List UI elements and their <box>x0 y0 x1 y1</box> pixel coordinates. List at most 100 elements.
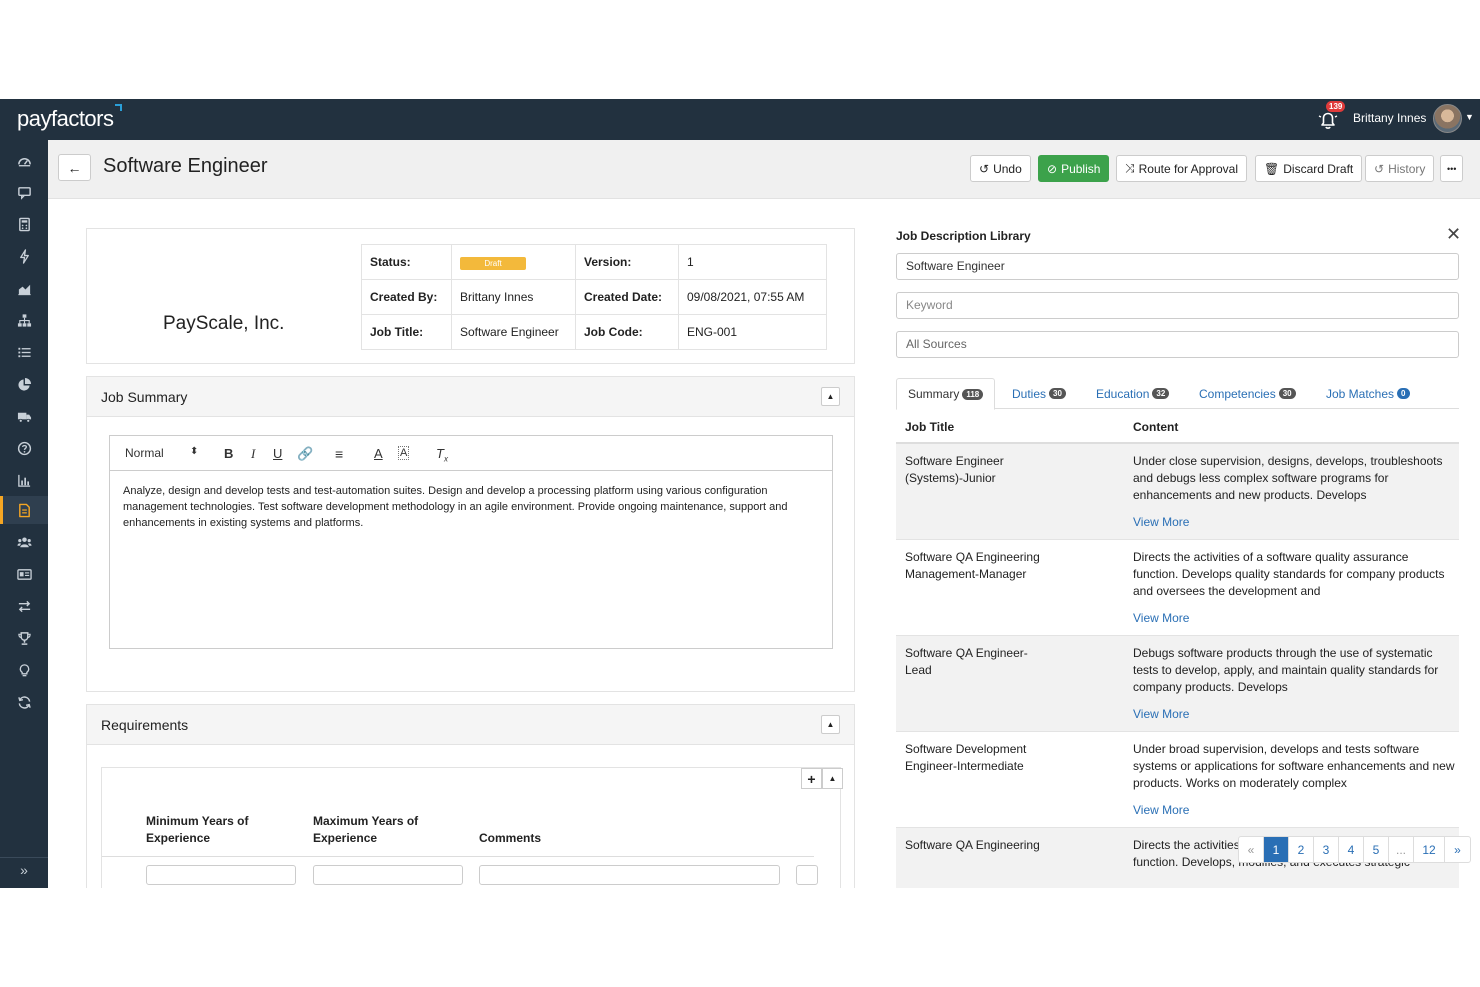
table-row[interactable]: Software QA Engineering Management-Manag… <box>896 540 1459 636</box>
table-row[interactable]: Software QA Engineer-Lead Debugs softwar… <box>896 636 1459 732</box>
row-job-title: Software QA Engineering Management-Manag… <box>905 550 1040 581</box>
pager-page-button[interactable]: 3 <box>1314 837 1339 862</box>
trophy-icon[interactable] <box>0 624 48 652</box>
user-name[interactable]: Brittany Innes <box>1353 111 1426 125</box>
publish-button[interactable]: ⊘ Publish <box>1038 155 1110 182</box>
view-more-link[interactable]: View More <box>1133 515 1189 529</box>
row-job-title: Software Engineer (Systems)-Junior <box>905 454 1004 485</box>
pager-page-button[interactable]: 1 <box>1264 837 1289 862</box>
pager-page-button[interactable]: 4 <box>1339 837 1364 862</box>
chevron-up-icon: ▲ <box>826 392 835 401</box>
dashboard-icon[interactable] <box>0 147 48 175</box>
row-action-button[interactable] <box>796 865 818 885</box>
row-content: Directs the activities of a software qua… <box>1133 550 1445 598</box>
back-button[interactable]: ← <box>58 154 91 181</box>
pager-page-button[interactable]: 12 <box>1414 837 1445 862</box>
collapse-button[interactable]: ▲ <box>822 768 843 789</box>
close-icon[interactable]: ✕ <box>1446 224 1461 245</box>
chevron-up-icon: ▲ <box>828 774 837 783</box>
min-years-input[interactable] <box>146 865 296 885</box>
exchange-icon[interactable] <box>0 592 48 620</box>
keyword-input[interactable]: Keyword <box>896 292 1459 319</box>
table-row[interactable]: Software Engineer (Systems)-Junior Under… <box>896 444 1459 540</box>
job-title-label: Job Title: <box>361 314 452 350</box>
bolt-icon[interactable] <box>0 242 48 270</box>
app-window: payfactors 139 Brittany Innes ▼ » ← Soft… <box>0 99 1480 888</box>
bold-icon[interactable]: B <box>224 446 233 461</box>
link-icon[interactable]: 🔗 <box>297 446 313 462</box>
view-more-link[interactable]: View More <box>1133 611 1189 625</box>
pager-page-button[interactable]: 5 <box>1364 837 1389 862</box>
list-icon[interactable] <box>0 338 48 366</box>
requirements-header: Requirements ▲ <box>87 705 854 745</box>
job-code-value: ENG-001 <box>678 314 827 350</box>
tab-job-matches[interactable]: Job Matches 0 <box>1315 378 1421 409</box>
created-date-value: 09/08/2021, 07:55 AM <box>678 279 827 315</box>
page-header: ← Software Engineer ↺ Undo ⊘ Publish ⤨ Rout… <box>48 140 1480 199</box>
tab-competencies[interactable]: Competencies 30 <box>1188 378 1307 409</box>
org-chart-icon[interactable] <box>0 306 48 334</box>
italic-icon[interactable]: I <box>251 446 255 462</box>
more-options-button[interactable]: ••• <box>1440 155 1464 182</box>
payfactors-logo[interactable]: payfactors <box>17 104 122 132</box>
tab-education[interactable]: Education 32 <box>1085 378 1180 409</box>
pagination: « 1 2 3 4 5 ... 12 » <box>1238 836 1471 863</box>
library-search-input[interactable]: Software Engineer <box>896 253 1459 280</box>
comments-input[interactable] <box>479 865 780 885</box>
table-row[interactable]: Software Development Engineer-Intermedia… <box>896 732 1459 828</box>
collapse-button[interactable]: ▲ <box>821 715 840 734</box>
editor-toolbar: Normal ⬍ B I U 🔗 ≡ A A Tx <box>110 436 832 471</box>
format-select[interactable]: Normal <box>125 446 164 460</box>
notification-count-badge: 139 <box>1326 101 1346 112</box>
background-color-icon[interactable]: A <box>398 446 410 460</box>
document-icon[interactable] <box>0 496 48 524</box>
job-summary-text[interactable]: Analyze, design and develop tests and te… <box>123 483 823 531</box>
sidebar: » <box>0 140 48 888</box>
avatar[interactable] <box>1433 104 1462 133</box>
pager-prev-button[interactable]: « <box>1239 837 1264 862</box>
max-years-input[interactable] <box>313 865 463 885</box>
max-years-header: Maximum Years of Experience <box>313 814 419 845</box>
job-summary-title: Job Summary <box>101 389 188 405</box>
id-card-icon[interactable] <box>0 560 48 588</box>
rich-text-editor[interactable]: Normal ⬍ B I U 🔗 ≡ A A Tx Analyze, desig… <box>109 435 833 649</box>
select-caret-icon[interactable]: ⬍ <box>190 446 198 457</box>
tab-summary[interactable]: Summary 118 <box>896 378 996 410</box>
created-date-label: Created Date: <box>575 279 679 315</box>
count-badge: 30 <box>1049 388 1066 399</box>
truck-icon[interactable] <box>0 402 48 430</box>
help-icon[interactable] <box>0 434 48 462</box>
pager-page-button[interactable]: 2 <box>1289 837 1314 862</box>
row-content: Under broad supervision, develops and te… <box>1133 742 1455 790</box>
min-years-header: Minimum Years of Experience <box>146 814 249 845</box>
align-icon[interactable]: ≡ <box>335 446 343 462</box>
view-more-link[interactable]: View More <box>1133 803 1189 817</box>
arrow-left-icon: ← <box>67 159 82 176</box>
text-color-icon[interactable]: A <box>374 446 383 461</box>
bar-chart-icon[interactable] <box>0 466 48 494</box>
add-row-button[interactable]: + <box>801 768 822 789</box>
collapse-button[interactable]: ▲ <box>821 387 840 406</box>
discard-draft-button[interactable]: 🗑 Discard Draft <box>1255 155 1363 182</box>
company-name: PayScale, Inc. <box>163 313 285 334</box>
pager-next-button[interactable]: » <box>1445 837 1470 862</box>
lightbulb-icon[interactable] <box>0 656 48 684</box>
underline-icon[interactable]: U <box>273 446 282 461</box>
clear-format-icon[interactable]: Tx <box>436 446 448 464</box>
calculator-icon[interactable] <box>0 210 48 238</box>
sidebar-expand-button[interactable]: » <box>0 857 48 881</box>
undo-button[interactable]: ↺ Undo <box>970 155 1031 182</box>
area-chart-icon[interactable] <box>0 274 48 302</box>
sources-select[interactable]: All Sources <box>896 331 1459 358</box>
refresh-icon[interactable] <box>0 688 48 716</box>
requirements-panel: Requirements ▲ + ▲ Minimum Years of Expe… <box>86 704 855 888</box>
view-more-link[interactable]: View More <box>1133 707 1189 721</box>
library-tabs: Summary 118 Duties 30 Education 32 Competen… <box>896 378 1459 410</box>
history-button[interactable]: ↺ History <box>1365 155 1435 182</box>
tab-duties[interactable]: Duties 30 <box>1001 378 1077 409</box>
route-for-approval-button[interactable]: ⤨ Route for Approval <box>1116 155 1248 182</box>
chat-icon[interactable] <box>0 178 48 206</box>
users-icon[interactable] <box>0 528 48 556</box>
chevron-down-icon[interactable]: ▼ <box>1465 112 1474 122</box>
pie-chart-icon[interactable] <box>0 370 48 398</box>
